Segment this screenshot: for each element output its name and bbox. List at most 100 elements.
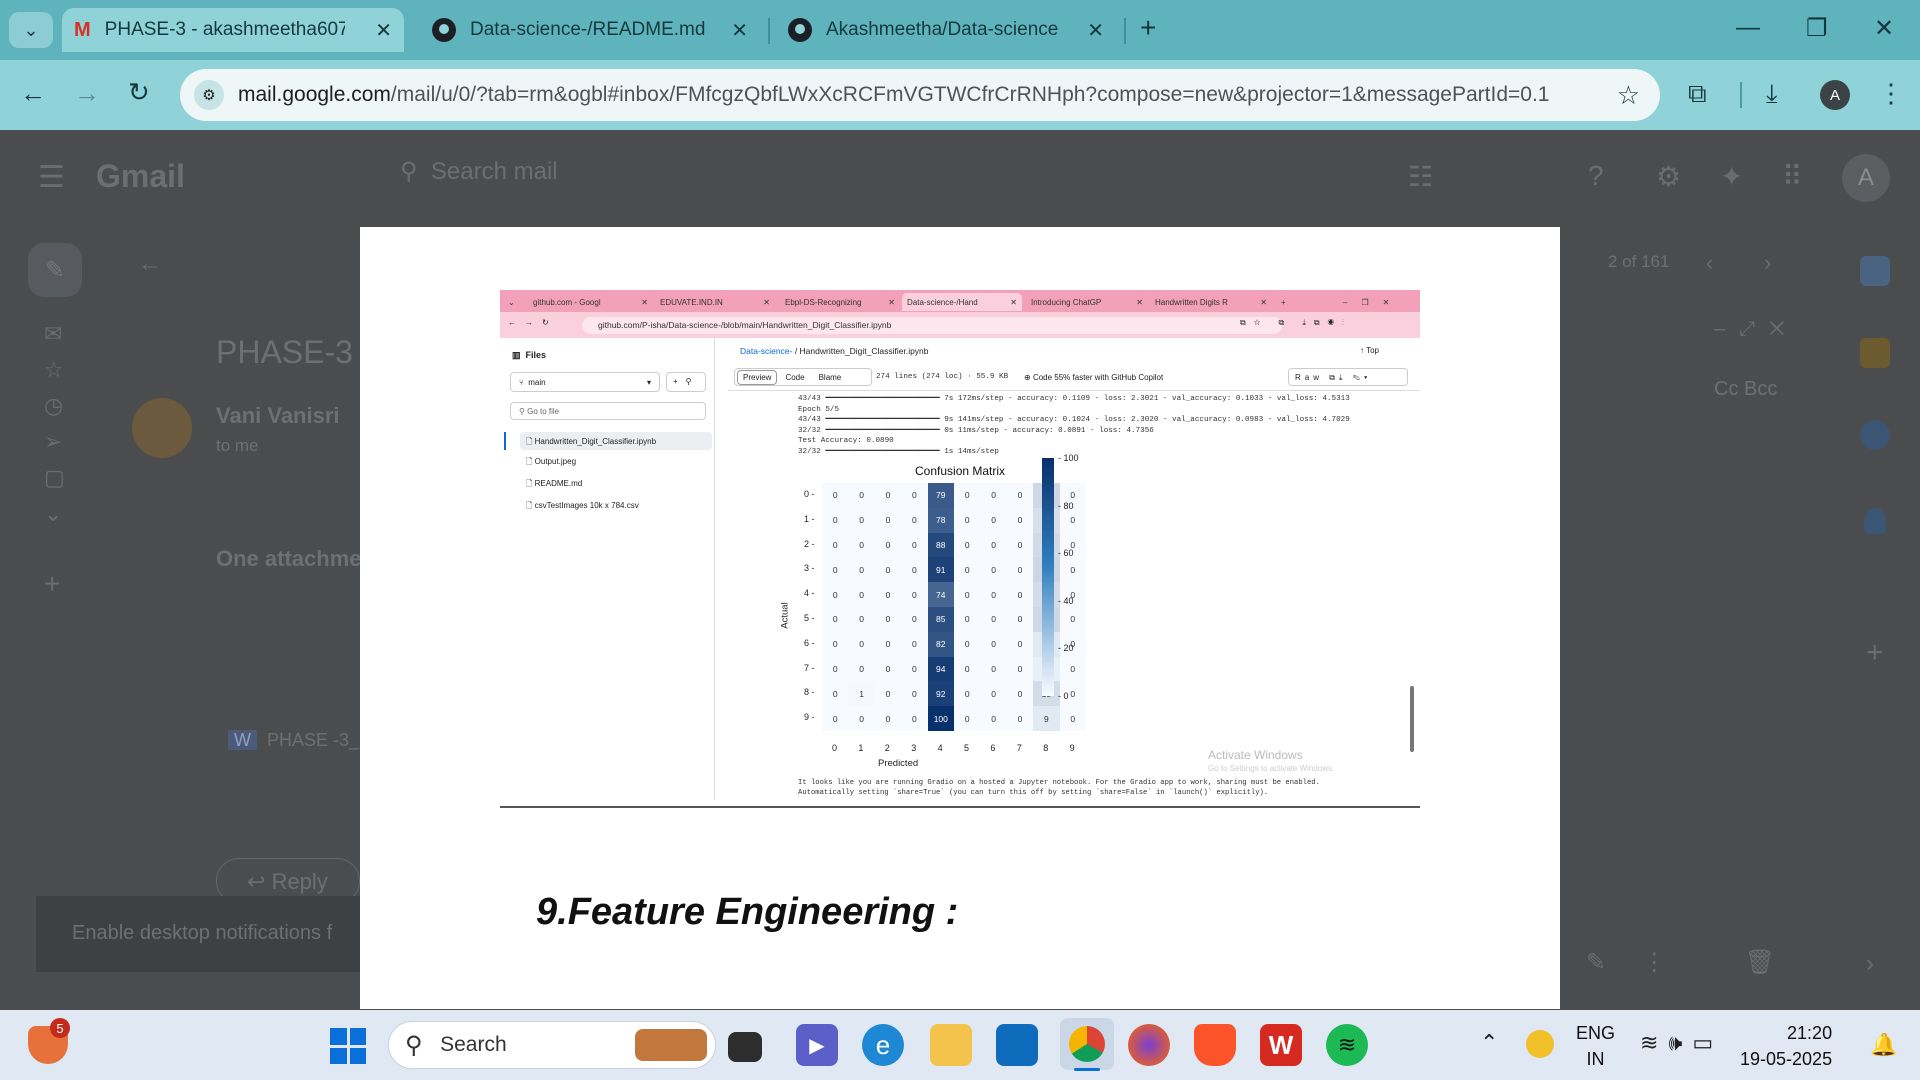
firefox-icon[interactable]	[1128, 1024, 1170, 1066]
left-rail-icons[interactable]: ✉ ☆ ◷ ➢ ▢ ⌄	[44, 316, 65, 532]
file-name: README.md	[534, 479, 583, 488]
system-clock[interactable]: 21:20 19-05-2025	[1740, 1020, 1832, 1072]
sender-avatar	[132, 398, 192, 458]
github-icon	[788, 18, 812, 42]
colorbar-tick-label: - 20	[1058, 643, 1074, 654]
gradio-notice: It looks like you are running Gradio on …	[798, 778, 1320, 798]
search-icon: ⚲	[405, 1031, 423, 1059]
cc-bcc-label[interactable]: Cc Bcc	[1714, 378, 1777, 401]
file-name: Handwritten_Digit_Classifier.ipynb	[534, 437, 657, 446]
calendar-icon[interactable]	[1860, 256, 1890, 286]
download-icon[interactable]: ⤓	[1766, 78, 1778, 110]
close-icon[interactable]: ✕	[717, 18, 748, 43]
embedded-tab: Handwritten Digits R ✕	[1155, 297, 1267, 307]
gemini-sparkle-icon[interactable]: ✦	[1720, 160, 1743, 193]
forward-button[interactable]: →	[74, 78, 100, 109]
recipient[interactable]: to me	[216, 436, 259, 456]
message-counter: 2 of 161	[1608, 252, 1670, 271]
contacts-icon[interactable]	[1864, 508, 1886, 534]
attachment-chip[interactable]: W PHASE -3_	[228, 730, 362, 766]
taskbar-search[interactable]: ⚲ Search	[388, 1021, 716, 1069]
tab-separator	[1124, 18, 1126, 44]
compose-bottom-icons[interactable]: ✎⋮ 🗑	[1586, 948, 1811, 977]
activate-windows-watermark: Activate Windows	[1208, 748, 1303, 762]
gmail-icon: M	[74, 18, 91, 41]
compose-window-controls[interactable]: –⤢✕	[1714, 318, 1798, 341]
files-title: Files	[525, 350, 547, 360]
tray-app-icon[interactable]	[1526, 1030, 1554, 1058]
file-name: csvTestImages 10k x 784.csv	[534, 501, 639, 510]
profile-avatar[interactable]: A	[1820, 80, 1850, 110]
address-bar[interactable]: ⚙ mail.google.com/mail/u/0/?tab=rm&ogbl#…	[180, 69, 1660, 121]
branch-name: main	[528, 378, 546, 387]
embedded-tab: Ebpl-DS-Recognizing ✕	[785, 297, 895, 307]
next-message-icon[interactable]: ›	[1764, 250, 1771, 276]
tab-gmail[interactable]: M PHASE-3 - akashmeetha6072@ ✕	[62, 8, 404, 52]
teams-icon[interactable]: ▶	[796, 1024, 838, 1066]
embedded-tab-title: Handwritten Digits R	[1155, 297, 1228, 307]
embedded-notebook: Data-science- / Handwritten_Digit_Classi…	[728, 338, 1420, 800]
add-addon-icon[interactable]: +	[1866, 636, 1884, 670]
account-avatar[interactable]: A	[1842, 154, 1890, 202]
apps-grid-icon[interactable]: ⠿	[1782, 160, 1803, 193]
active-file-marker	[504, 432, 506, 450]
store-icon[interactable]	[996, 1024, 1038, 1066]
search-options-icon[interactable]: ☷	[1408, 160, 1433, 193]
notification-banner[interactable]: Enable desktop notifications f	[36, 896, 362, 972]
expand-panel-icon[interactable]: ›	[1866, 950, 1874, 978]
minimize-button[interactable]: —	[1736, 14, 1760, 42]
search-input[interactable]: ⚲ Search mail	[400, 157, 1440, 203]
embedded-screenshot: ⌄ github.com - Googl ✕ EDUVATE.IND.IN ✕ Eb…	[500, 290, 1420, 808]
site-info-icon[interactable]: ⚙	[194, 80, 224, 110]
menu-kebab-icon[interactable]: ⋮	[1878, 78, 1904, 109]
language-indicator[interactable]: ENG IN	[1576, 1020, 1615, 1072]
scrollbar-thumb	[1410, 686, 1414, 752]
tab-search-button[interactable]: ⌄	[9, 12, 53, 48]
task-view-icon[interactable]	[728, 1032, 762, 1062]
new-tab-button[interactable]: +	[1140, 12, 1156, 44]
compose-pencil-icon[interactable]: ✎	[28, 243, 82, 297]
back-button[interactable]: ←	[20, 78, 46, 109]
tray-status-icons[interactable]: ≋🕪▭	[1640, 1030, 1723, 1056]
close-icon[interactable]: ✕	[1073, 18, 1104, 43]
edge-icon[interactable]: e	[862, 1024, 904, 1066]
bookmark-star-icon[interactable]: ☆	[1617, 80, 1640, 111]
file-explorer-icon[interactable]	[930, 1024, 972, 1066]
brave-icon[interactable]	[1194, 1024, 1236, 1066]
embedded-tab: Introducing ChatGP ✕	[1031, 297, 1143, 307]
tab-title: Data-science-/README.md at r	[470, 19, 710, 40]
embedded-plus-icon: +	[1281, 297, 1286, 307]
tab-readme[interactable]: Data-science-/README.md at r ✕	[420, 8, 760, 52]
embedded-tab-title: Ebpl-DS-Recognizing	[785, 297, 862, 307]
tray-chevron-up-icon[interactable]: ⌃	[1480, 1030, 1498, 1056]
spotify-icon[interactable]: ≋	[1326, 1024, 1368, 1066]
notification-bell-icon[interactable]: 🔔	[1870, 1032, 1897, 1058]
settings-gear-icon[interactable]: ⚙	[1656, 160, 1681, 193]
close-icon[interactable]: ✕	[361, 18, 392, 43]
keep-icon[interactable]	[1860, 338, 1890, 368]
prev-message-icon[interactable]: ‹	[1706, 250, 1713, 276]
extensions-icon[interactable]: ⧉	[1688, 78, 1707, 110]
file-item-active: 🗋 Handwritten_Digit_Classifier.ipynb	[520, 432, 712, 450]
tasks-icon[interactable]	[1860, 420, 1890, 450]
close-window-button[interactable]: ✕	[1874, 14, 1894, 43]
tab-title: Akashmeetha/Data-science	[826, 19, 1059, 40]
help-icon[interactable]: ?	[1588, 160, 1604, 192]
tab-repo[interactable]: Akashmeetha/Data-science ✕	[776, 8, 1116, 52]
region-code: IN	[1586, 1049, 1605, 1069]
add-label-icon[interactable]: +	[44, 568, 60, 600]
windows-start-icon[interactable]	[330, 1028, 366, 1064]
embedded-nav-icons: ←→↻	[508, 318, 558, 327]
active-app-indicator	[1074, 1068, 1100, 1071]
gmail-logo[interactable]: Gmail	[96, 158, 185, 195]
notice-line: It looks like you are running Gradio on …	[798, 779, 1320, 787]
file-item: 🗋 csvTestImages 10k x 784.csv	[526, 501, 639, 510]
hamburger-menu-icon[interactable]: ☰	[38, 160, 65, 195]
wps-office-icon[interactable]: W	[1260, 1024, 1302, 1066]
embedded-url: github.com/P-isha/Data-science-/blob/mai…	[582, 317, 1282, 334]
chrome-icon[interactable]	[1060, 1018, 1114, 1070]
back-to-inbox-icon[interactable]: ←	[138, 250, 162, 278]
restore-button[interactable]: ❐	[1806, 14, 1828, 43]
reload-button[interactable]: ↻	[128, 77, 150, 108]
embedded-chevron-icon: ⌄	[508, 297, 515, 307]
